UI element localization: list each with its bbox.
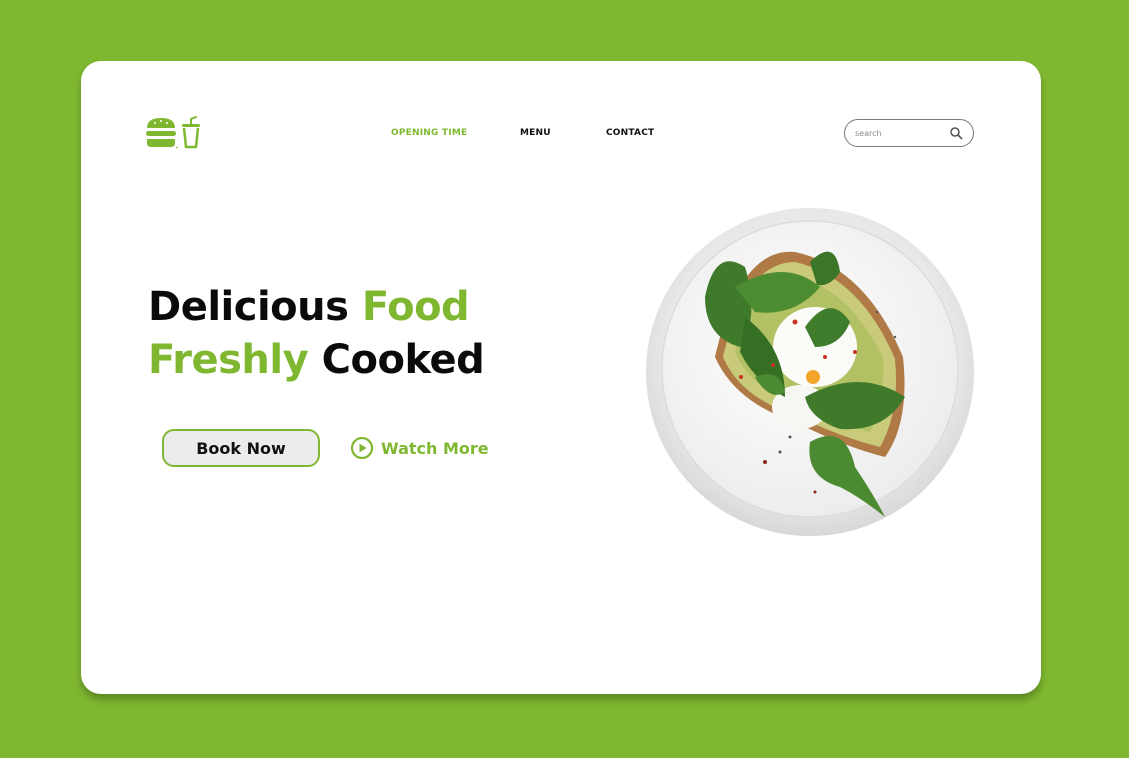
- hero-headline: Delicious Food Freshly Cooked: [148, 281, 485, 387]
- main-card: OPENING TIME MENU CONTACT Delicious Food…: [81, 61, 1041, 694]
- headline-word-delicious: Delicious: [148, 284, 349, 330]
- watch-more-button[interactable]: Watch More: [350, 435, 489, 461]
- burger-and-drink-icon[interactable]: [145, 116, 203, 150]
- headline-word-freshly: Freshly: [148, 337, 309, 383]
- headline-line-1: Delicious Food: [148, 281, 484, 334]
- search-input[interactable]: [855, 126, 941, 140]
- nav-contact[interactable]: CONTACT: [606, 128, 654, 138]
- watch-more-label: Watch More: [381, 438, 489, 458]
- search-box[interactable]: [844, 119, 974, 147]
- search-icon[interactable]: [949, 126, 963, 140]
- book-now-button[interactable]: Book Now: [162, 429, 320, 467]
- headline-word-cooked: Cooked: [321, 337, 485, 383]
- nav-opening-time[interactable]: OPENING TIME: [391, 128, 467, 138]
- headline-line-2: Freshly Cooked: [148, 334, 485, 387]
- food-plate-image: [646, 208, 974, 536]
- headline-word-food: Food: [361, 284, 470, 330]
- play-circle-icon: [350, 436, 374, 460]
- nav-menu[interactable]: MENU: [520, 128, 551, 138]
